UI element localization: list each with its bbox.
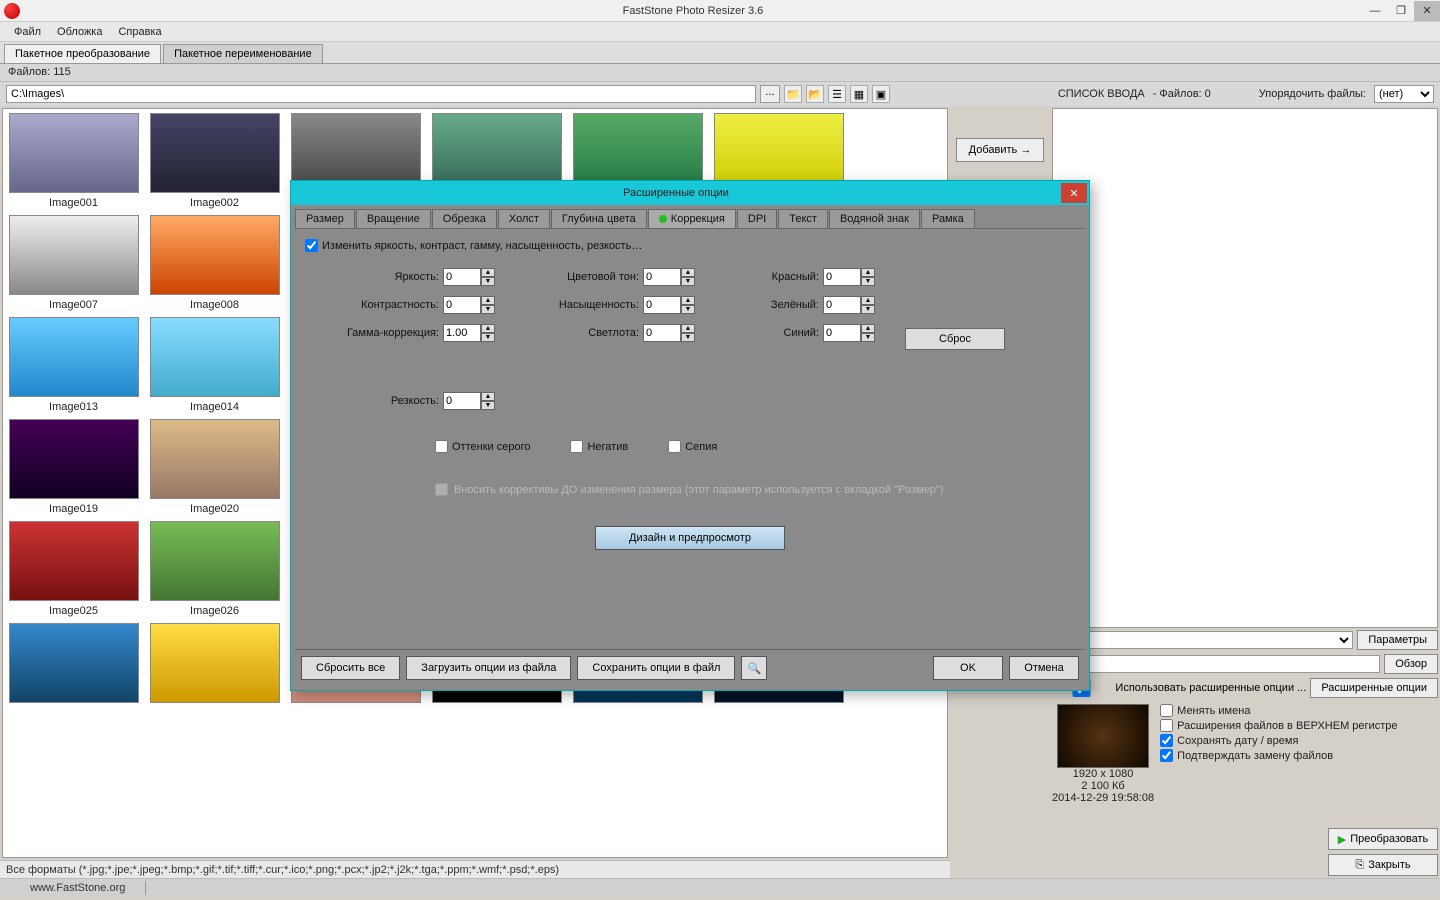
dlg-tab-canvas[interactable]: Холст [498,209,550,228]
brightness-spinner[interactable]: ▲▼ [443,268,495,286]
dialog-close-button[interactable]: ✕ [1061,183,1087,203]
tab-batch-rename[interactable]: Пакетное переименование [163,44,323,63]
thumb-item[interactable] [7,623,140,703]
dialog-tabs: Размер Вращение Обрезка Холст Глубина цв… [295,209,1085,229]
design-preview-button[interactable]: Дизайн и предпросмотр [595,526,785,550]
rename-check[interactable] [1160,704,1173,717]
advanced-options-dialog: Расширенные опции ✕ Размер Вращение Обре… [290,180,1090,691]
minimize-button[interactable]: — [1362,1,1388,21]
ok-button[interactable]: OK [933,656,1003,680]
hue-spinner[interactable]: ▲▼ [643,268,695,286]
thumb-item[interactable]: Image013 [7,317,140,413]
tab-batch-convert[interactable]: Пакетное преобразование [4,44,161,63]
dlg-tab-rotate[interactable]: Вращение [356,209,431,228]
gamma-spinner[interactable]: ▲▼ [443,324,495,342]
output-panel: jpg) Параметры Обзор Использовать расшир… [1050,106,1440,878]
save-options-button[interactable]: Сохранить опции в файл [577,656,735,680]
dlg-tab-watermark[interactable]: Водяной знак [829,209,920,228]
menu-help[interactable]: Справка [110,24,169,40]
formats-bar: Все форматы (*.jpg;*.jpe;*.jpeg;*.bmp;*.… [0,860,950,878]
before-resize-check [435,483,448,496]
thumb-item[interactable] [148,623,281,703]
reset-button[interactable]: Сброс [905,328,1005,350]
thumb-item[interactable]: Image020 [148,419,281,515]
negative-check[interactable] [570,440,583,453]
thumb-item[interactable]: Image026 [148,521,281,617]
menu-file[interactable]: Файл [6,24,49,40]
blue-spinner[interactable]: ▲▼ [823,324,875,342]
view-thumbs-icon[interactable]: ▣ [872,85,890,103]
dlg-tab-text[interactable]: Текст [778,209,828,228]
red-spinner[interactable]: ▲▼ [823,268,875,286]
uppercase-ext-check[interactable] [1160,719,1173,732]
dlg-tab-correction[interactable]: Коррекция [648,209,736,228]
sepia-check[interactable] [668,440,681,453]
main-tabs: Пакетное преобразование Пакетное переиме… [0,42,1440,64]
grayscale-check[interactable] [435,440,448,453]
input-files-count: - Файлов: 0 [1153,88,1211,100]
preview-size: 2 100 Кб [1081,780,1124,792]
close-button[interactable]: ✕ [1414,1,1440,21]
load-options-button[interactable]: Загрузить опции из файла [406,656,571,680]
saturation-spinner[interactable]: ▲▼ [643,296,695,314]
cancel-button[interactable]: Отмена [1009,656,1079,680]
path-input[interactable] [6,85,756,103]
output-list[interactable] [1052,108,1438,628]
format-select[interactable]: jpg) [1052,631,1353,649]
window-title: FastStone Photo Resizer 3.6 [24,5,1362,17]
input-list-label: СПИСОК ВВОДА [1058,88,1145,100]
thumb-item[interactable]: Image001 [7,113,140,209]
dlg-tab-dpi[interactable]: DPI [737,209,777,228]
close-app-button[interactable]: ⎘Закрыть [1328,854,1438,876]
files-count: Файлов: 115 [0,64,1440,82]
convert-button[interactable]: ▶Преобразовать [1328,828,1438,850]
lightness-spinner[interactable]: ▲▼ [643,324,695,342]
thumb-item[interactable]: Image019 [7,419,140,515]
dlg-tab-crop[interactable]: Обрезка [432,209,497,228]
dlg-tab-border[interactable]: Рамка [921,209,975,228]
zoom-icon-button[interactable]: 🔍 [741,656,767,680]
sharpness-spinner[interactable]: ▲▼ [443,392,495,410]
advanced-options-button[interactable]: Расширенные опции [1310,678,1438,698]
enable-correction-label: Изменить яркость, контраст, гамму, насыщ… [322,240,642,252]
path-toolbar: ... 📁 📂 ☰ ▦ ▣ СПИСОК ВВОДА - Файлов: 0 У… [0,82,1440,106]
preview-image [1057,704,1149,768]
app-icon [4,3,20,19]
thumb-item[interactable]: Image025 [7,521,140,617]
statusbar: www.FastStone.org [0,878,1440,896]
menubar: Файл Обложка Справка [0,22,1440,42]
green-spinner[interactable]: ▲▼ [823,296,875,314]
preview-dimensions: 1920 x 1080 [1073,768,1134,780]
reset-all-button[interactable]: Сбросить все [301,656,400,680]
confirm-overwrite-check[interactable] [1160,749,1173,762]
sort-label: Упорядочить файлы: [1259,88,1366,100]
path-browse-button[interactable]: ... [760,85,780,103]
thumb-item[interactable]: Image008 [148,215,281,311]
view-details-icon[interactable]: ▦ [850,85,868,103]
contrast-spinner[interactable]: ▲▼ [443,296,495,314]
window-titlebar: FastStone Photo Resizer 3.6 — ❐ ✕ [0,0,1440,22]
preview-date: 2014-12-29 19:58:08 [1052,792,1154,804]
thumb-item[interactable]: Image002 [148,113,281,209]
dlg-tab-depth[interactable]: Глубина цвета [551,209,647,228]
thumb-item[interactable]: Image014 [148,317,281,413]
before-resize-label: Вносить коррективы ДО изменения размера … [454,484,944,496]
status-url: www.FastStone.org [30,882,125,894]
active-dot-icon [659,215,667,223]
dialog-title: Расширенные опции [291,187,1061,199]
menu-skin[interactable]: Обложка [49,24,110,40]
params-button[interactable]: Параметры [1357,630,1438,650]
dlg-tab-size[interactable]: Размер [295,209,355,228]
thumb-item[interactable]: Image007 [7,215,140,311]
output-folder-input[interactable] [1052,655,1380,673]
keep-date-check[interactable] [1160,734,1173,747]
add-button[interactable]: Добавить → [956,138,1044,162]
folder-open-icon[interactable]: 📂 [806,85,824,103]
maximize-button[interactable]: ❐ [1388,1,1414,21]
view-list-icon[interactable]: ☰ [828,85,846,103]
sort-select[interactable]: (нет) [1374,85,1434,103]
browse-button[interactable]: Обзор [1384,654,1438,674]
enable-correction-check[interactable] [305,239,318,252]
folder-up-icon[interactable]: 📁 [784,85,802,103]
